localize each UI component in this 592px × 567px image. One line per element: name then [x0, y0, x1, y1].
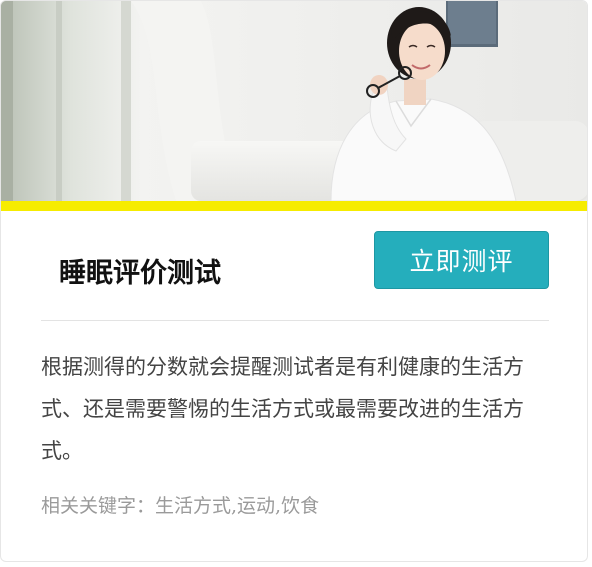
keywords-label: 相关关键字： [41, 495, 156, 517]
test-card: 睡眠评价测试 立即测评 根据测得的分数就会提醒测试者是有利健康的生活方式、还是需… [0, 0, 588, 562]
keywords-line: 相关关键字：生活方式,运动,饮食 [41, 491, 319, 518]
card-title: 睡眠评价测试 [59, 258, 221, 289]
keywords-value: 生活方式,运动,饮食 [155, 495, 320, 517]
divider [41, 320, 549, 321]
start-test-button[interactable]: 立即测评 [374, 231, 549, 289]
hero-image [1, 1, 587, 201]
accent-bar [1, 201, 587, 211]
card-description: 根据测得的分数就会提醒测试者是有利健康的生活方式、还是需要警惕的生活方式或最需要… [41, 355, 524, 463]
